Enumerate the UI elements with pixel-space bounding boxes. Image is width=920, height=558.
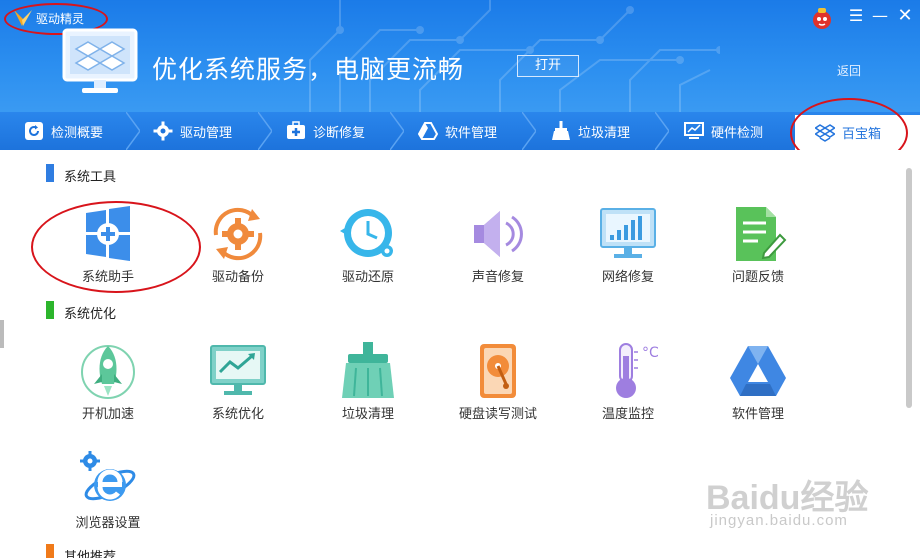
rocket-icon [81, 345, 135, 399]
triangle-drive-icon [418, 122, 438, 140]
tab-label: 驱动管理 [180, 125, 233, 141]
tool-label: 温度监控 [601, 407, 654, 422]
network-monitor-icon [600, 208, 656, 258]
tab-divider [258, 112, 272, 150]
tool-feedback[interactable]: 问题反馈 [698, 205, 818, 290]
open-button[interactable]: 打开 [517, 55, 579, 77]
tool-disk-rw-test[interactable]: 硬盘读写测试 [438, 342, 558, 427]
tab-detection-overview[interactable]: 检测概要 [24, 112, 103, 150]
tool-label: 浏览器设置 [75, 516, 141, 531]
mascot-icon[interactable] [811, 6, 833, 30]
triangle-drive-icon [730, 346, 786, 396]
speaker-icon [474, 211, 523, 257]
tool-driver-backup[interactable]: 驱动备份 [178, 205, 298, 290]
tool-junk-cleanup[interactable]: 垃圾清理 [308, 342, 428, 427]
tab-label: 诊断修复 [313, 125, 366, 141]
tool-browser-settings[interactable]: 浏览器设置 [48, 451, 168, 536]
gear-icon [153, 121, 173, 141]
menu-button[interactable]: ☰ [846, 6, 866, 26]
back-link[interactable]: 返回 [837, 62, 861, 79]
tab-divider [126, 112, 140, 150]
gear-sync-icon [213, 207, 263, 261]
tool-label: 问题反馈 [731, 270, 784, 285]
windows-plus-icon [86, 206, 130, 261]
tool-label: 系统优化 [211, 407, 264, 422]
tool-label: 驱动还原 [341, 270, 394, 285]
tab-diagnose-repair[interactable]: 诊断修复 [286, 112, 365, 150]
dropbox-icon [815, 123, 835, 142]
tool-label: 网络修复 [601, 270, 654, 285]
tool-label: 硬盘读写测试 [458, 407, 537, 422]
section-title: 系统优化 [64, 307, 117, 322]
tool-system-assistant[interactable]: 系统助手 [48, 205, 168, 290]
tool-network-repair[interactable]: 网络修复 [568, 205, 688, 290]
tab-driver-management[interactable]: 驱动管理 [153, 112, 232, 150]
app-window: 驱动精灵 ☰ — ✕ 优化系统服务，电脑更流畅 打开 返回 检测概要 驱动管理 … [0, 0, 920, 558]
section-title: 其他推荐 [64, 550, 117, 558]
hard-disk-icon [480, 344, 516, 398]
refresh-icon [25, 122, 43, 140]
monitor-trend-icon [210, 345, 266, 395]
section-marker [46, 301, 54, 319]
tool-temperature-monitor[interactable]: °C 温度监控 [568, 342, 688, 427]
tab-software-management[interactable]: 软件管理 [418, 112, 497, 150]
tool-sound-repair[interactable]: 声音修复 [438, 205, 558, 290]
resize-handle[interactable] [0, 320, 4, 348]
tab-label: 百宝箱 [842, 127, 882, 142]
monitor-chart-icon [684, 122, 704, 139]
tool-label: 软件管理 [731, 407, 784, 422]
tool-driver-restore[interactable]: 驱动还原 [308, 205, 428, 290]
header: 驱动精灵 ☰ — ✕ 优化系统服务，电脑更流畅 打开 返回 [0, 0, 920, 112]
tab-divider [655, 112, 669, 150]
tab-bar: 检测概要 驱动管理 诊断修复 软件管理 垃圾清理 硬件检测 百宝箱 [0, 112, 920, 150]
section-marker [46, 544, 54, 558]
tab-junk-cleanup[interactable]: 垃圾清理 [551, 112, 630, 150]
tool-label: 系统助手 [81, 270, 134, 285]
broom-icon [342, 342, 394, 398]
svg-text:°C: °C [642, 345, 658, 361]
tab-hardware-detection[interactable]: 硬件检测 [684, 112, 763, 150]
tab-label: 垃圾清理 [578, 125, 631, 141]
close-button[interactable]: ✕ [895, 6, 915, 26]
tab-divider [522, 112, 536, 150]
section-title: 系统工具 [64, 170, 117, 185]
section-marker [46, 164, 54, 182]
toolbox-monitor-icon [62, 28, 138, 93]
tab-label: 检测概要 [51, 125, 104, 141]
broom-icon [552, 121, 570, 140]
tool-label: 声音修复 [471, 270, 524, 285]
tab-toolbox[interactable]: 百宝箱 [795, 115, 920, 150]
hero-title: 优化系统服务，电脑更流畅 [152, 55, 465, 84]
tab-label: 软件管理 [445, 125, 498, 141]
tool-label: 驱动备份 [211, 270, 264, 285]
tab-divider [390, 112, 404, 150]
feedback-edit-icon [736, 207, 787, 261]
tool-boot-acceleration[interactable]: 开机加速 [48, 342, 168, 427]
scrollbar[interactable] [906, 168, 912, 408]
tool-label: 开机加速 [81, 407, 134, 422]
clock-restore-icon [340, 209, 393, 257]
tool-system-optimize[interactable]: 系统优化 [178, 342, 298, 427]
minimize-button[interactable]: — [870, 6, 890, 26]
tool-software-management[interactable]: 软件管理 [698, 342, 818, 427]
tab-label: 硬件检测 [711, 125, 764, 141]
thermometer-icon: °C [616, 343, 658, 398]
tool-label: 垃圾清理 [341, 407, 394, 422]
medkit-icon [287, 121, 305, 139]
ie-gear-icon [80, 451, 136, 501]
